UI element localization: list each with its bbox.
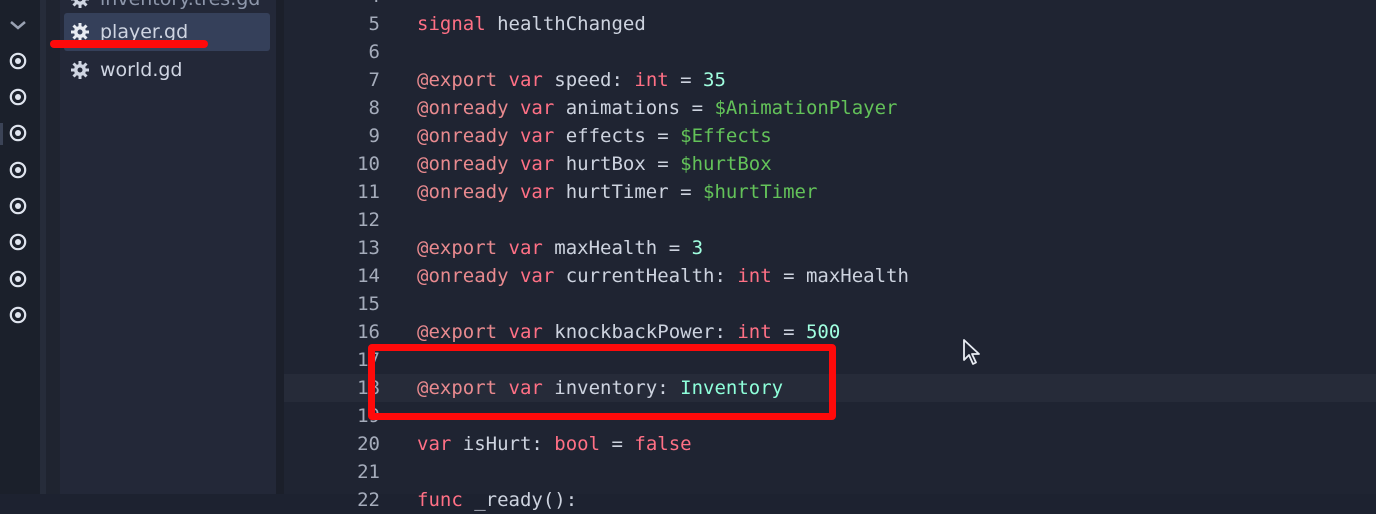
annotation-underline: [50, 40, 208, 48]
gutter-separator: [46, 0, 60, 494]
code-text: @export var speed: int = 35: [417, 69, 726, 91]
line-number: 13: [357, 237, 380, 259]
code-text: @export var knockbackPower: int = 500: [417, 321, 841, 343]
mouse-cursor-icon: [963, 339, 980, 365]
line-number: 11: [357, 181, 380, 203]
code-line: 22 func _ready():: [284, 486, 1376, 514]
code-line: 10 @onready var hurtBox = $hurtBox: [284, 150, 1376, 178]
gear-icon: [71, 0, 89, 8]
code-line: 15: [284, 290, 1376, 318]
file-name: world.gd: [100, 59, 183, 81]
code-text: @export var maxHealth = 3: [417, 237, 704, 259]
chevron-down-icon[interactable]: [7, 18, 29, 32]
eye-icon[interactable]: [8, 52, 28, 70]
gear-icon: [71, 61, 89, 79]
line-number: 12: [357, 209, 380, 231]
file-name: inventory.tres.gd: [100, 0, 260, 10]
code-line: 6: [284, 38, 1376, 66]
code-line: 8 @onready var animations = $AnimationPl…: [284, 94, 1376, 122]
line-number: 5: [368, 13, 380, 35]
line-number: 9: [368, 125, 380, 147]
script-list-panel: inventory.tres.gd player.gd world.gd: [60, 0, 276, 494]
line-number: 21: [357, 461, 380, 483]
code-line: 7 @export var speed: int = 35: [284, 66, 1376, 94]
panel-divider[interactable]: [276, 0, 284, 494]
code-line: 11 @onready var hurtTimer = $hurtTimer: [284, 178, 1376, 206]
code-line: 14 @onready var currentHealth: int = max…: [284, 262, 1376, 290]
code-text: func _ready():: [417, 489, 578, 511]
line-number: 4: [334, 0, 380, 10]
eye-icon[interactable]: [8, 270, 28, 288]
line-number: 15: [357, 293, 380, 315]
annotation-highlight-box: [368, 344, 836, 420]
code-text: @onready var hurtBox = $hurtBox: [417, 153, 772, 175]
code-line: 4: [284, 0, 1376, 10]
code-line: 13 @export var maxHealth = 3: [284, 234, 1376, 262]
gutter-marker: [0, 123, 3, 145]
gear-icon: [71, 23, 89, 41]
code-text: signal healthChanged: [417, 13, 646, 35]
code-text: @onready var animations = $AnimationPlay…: [417, 97, 898, 119]
line-number: 6: [368, 41, 380, 63]
line-number: 20: [357, 433, 380, 455]
eye-icon[interactable]: [8, 233, 28, 251]
code-line: 12: [284, 206, 1376, 234]
code-line: 9 @onready var effects = $Effects: [284, 122, 1376, 150]
line-number: 7: [368, 69, 380, 91]
code-text: @onready var hurtTimer = $hurtTimer: [417, 181, 818, 203]
line-number: 8: [368, 97, 380, 119]
code-line: 21: [284, 458, 1376, 486]
line-number: 22: [357, 489, 380, 511]
left-gutter: [0, 0, 40, 494]
code-line: 5 signal healthChanged: [284, 10, 1376, 38]
eye-icon[interactable]: [8, 161, 28, 179]
eye-icon[interactable]: [8, 124, 28, 142]
line-number: 14: [357, 265, 380, 287]
line-number: 16: [357, 321, 380, 343]
code-text: @onready var effects = $Effects: [417, 125, 772, 147]
eye-icon[interactable]: [8, 306, 28, 324]
code-line: 20 var isHurt: bool = false: [284, 430, 1376, 458]
eye-icon[interactable]: [8, 197, 28, 215]
code-text: @onready var currentHealth: int = maxHea…: [417, 265, 909, 287]
code-line: 16 @export var knockbackPower: int = 500: [284, 318, 1376, 346]
code-text: var isHurt: bool = false: [417, 433, 692, 455]
line-number: 10: [357, 153, 380, 175]
eye-icon[interactable]: [8, 88, 28, 106]
file-item-world[interactable]: world.gd: [64, 51, 270, 89]
